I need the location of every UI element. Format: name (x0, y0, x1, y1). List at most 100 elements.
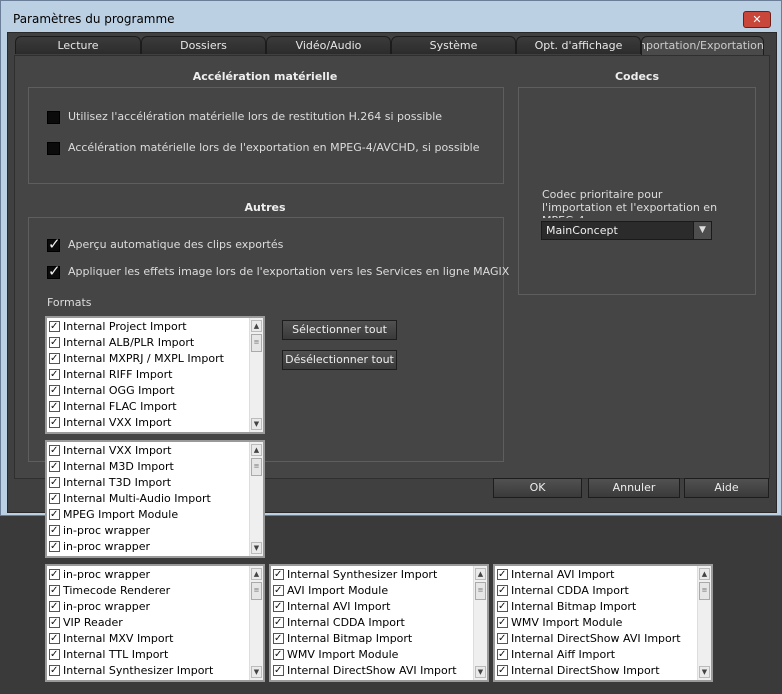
list-item[interactable]: Internal Bitmap Import (271, 631, 487, 647)
format-checkbox[interactable] (273, 631, 284, 647)
list-item[interactable]: Internal AVI Import (271, 599, 487, 615)
format-checkbox[interactable] (49, 415, 60, 431)
hw-accel-h264-checkbox[interactable] (47, 110, 60, 124)
scroll-down-icon[interactable]: ▼ (251, 418, 262, 430)
title-bar[interactable]: Paramètres du programme ✕ (1, 1, 781, 31)
list-item[interactable]: in-proc wrapper (47, 523, 263, 539)
list-item[interactable]: VIP Reader (47, 615, 263, 631)
apply-effects-option[interactable]: Appliquer les effets image lors de l'exp… (47, 262, 509, 280)
list-item[interactable]: Internal MXV Import (47, 631, 263, 647)
list-item[interactable]: MPEG Import Module (47, 507, 263, 523)
scroll-thumb[interactable]: ≡ (251, 334, 262, 352)
format-checkbox[interactable] (49, 507, 60, 523)
tab-dossiers[interactable]: Dossiers (141, 36, 266, 54)
format-checkbox[interactable] (497, 631, 508, 647)
apply-effects-checkbox[interactable] (47, 262, 61, 280)
format-checkbox[interactable] (49, 335, 60, 351)
list-item[interactable]: Internal TTL Import (47, 647, 263, 663)
format-checkbox[interactable] (49, 319, 60, 335)
list-item[interactable]: Internal Project Import (47, 319, 263, 335)
scroll-up-icon[interactable]: ▲ (699, 568, 710, 580)
codec-select[interactable]: MainConcept ▼ (541, 221, 712, 240)
list-item[interactable]: Internal VXX Import (47, 443, 263, 459)
chevron-down-icon[interactable]: ▼ (693, 222, 711, 239)
list-item[interactable]: Internal M3D Import (47, 459, 263, 475)
list-item[interactable]: in-proc wrapper (47, 539, 263, 555)
scroll-down-icon[interactable]: ▼ (251, 666, 262, 678)
list-item[interactable]: Internal MXPRJ / MXPL Import (47, 351, 263, 367)
format-checkbox[interactable] (497, 599, 508, 615)
list-item[interactable]: Internal RIFF Import (47, 367, 263, 383)
scroll-down-icon[interactable]: ▼ (251, 542, 262, 554)
list-item[interactable]: Internal DirectShow AVI Import (495, 631, 711, 647)
tab-opt-affichage[interactable]: Opt. d'affichage (516, 36, 641, 54)
format-checkbox[interactable] (49, 567, 60, 583)
formats-list-2[interactable]: Internal VXX ImportInternal M3D ImportIn… (45, 440, 265, 558)
scroll-up-icon[interactable]: ▲ (251, 320, 262, 332)
format-checkbox[interactable] (273, 663, 284, 679)
list-item[interactable]: Internal OGG Import (47, 383, 263, 399)
scroll-down-icon[interactable]: ▼ (699, 666, 710, 678)
format-checkbox[interactable] (497, 615, 508, 631)
hw-accel-mpeg4-option[interactable]: Accélération matérielle lors de l'export… (47, 141, 480, 155)
format-checkbox[interactable] (497, 567, 508, 583)
format-checkbox[interactable] (273, 599, 284, 615)
formats-list-4[interactable]: Internal Synthesizer ImportAVI Import Mo… (269, 564, 489, 682)
list-item[interactable]: Internal T3D Import (47, 475, 263, 491)
format-checkbox[interactable] (49, 459, 60, 475)
format-checkbox[interactable] (49, 383, 60, 399)
list-scrollbar[interactable]: ▲ ≡ ▼ (697, 566, 711, 680)
list-item[interactable]: Internal VXX Import (47, 415, 263, 431)
list-item[interactable]: Internal ALB/PLR Import (47, 335, 263, 351)
format-checkbox[interactable] (497, 647, 508, 663)
tab-import-export[interactable]: Importation/Exportation (641, 36, 764, 55)
format-checkbox[interactable] (273, 615, 284, 631)
list-item[interactable]: in-proc wrapper (47, 599, 263, 615)
format-checkbox[interactable] (49, 491, 60, 507)
format-checkbox[interactable] (273, 647, 284, 663)
format-checkbox[interactable] (49, 599, 60, 615)
list-item[interactable]: Internal Bitmap Import (495, 599, 711, 615)
list-item[interactable]: Internal DirectShow AVI Import (271, 663, 487, 679)
list-scrollbar[interactable]: ▲ ≡ ▼ (249, 566, 263, 680)
list-item[interactable]: Timecode Renderer (47, 583, 263, 599)
list-item[interactable]: Internal Synthesizer Import (47, 663, 263, 679)
scroll-thumb[interactable]: ≡ (699, 582, 710, 600)
auto-preview-option[interactable]: Aperçu automatique des clips exportés (47, 235, 283, 253)
list-item[interactable]: WMV Import Module (495, 615, 711, 631)
format-checkbox[interactable] (49, 399, 60, 415)
scroll-up-icon[interactable]: ▲ (475, 568, 486, 580)
select-all-button[interactable]: Sélectionner tout (282, 320, 397, 340)
scroll-down-icon[interactable]: ▼ (475, 666, 486, 678)
auto-preview-checkbox[interactable] (47, 235, 61, 253)
list-scrollbar[interactable]: ▲ ≡ ▼ (249, 442, 263, 556)
list-item[interactable]: Internal Aiff Import (495, 647, 711, 663)
list-item[interactable]: in-proc wrapper (47, 567, 263, 583)
format-checkbox[interactable] (49, 475, 60, 491)
help-button[interactable]: Aide (684, 478, 769, 498)
format-checkbox[interactable] (49, 523, 60, 539)
list-item[interactable]: Internal CDDA Import (495, 583, 711, 599)
format-checkbox[interactable] (49, 351, 60, 367)
cancel-button[interactable]: Annuler (588, 478, 680, 498)
format-checkbox[interactable] (273, 583, 284, 599)
format-checkbox[interactable] (49, 663, 60, 679)
list-scrollbar[interactable]: ▲ ≡ ▼ (473, 566, 487, 680)
list-item[interactable]: Internal Multi-Audio Import (47, 491, 263, 507)
list-item[interactable]: WMV Import Module (271, 647, 487, 663)
scroll-up-icon[interactable]: ▲ (251, 568, 262, 580)
format-checkbox[interactable] (49, 367, 60, 383)
tab-systeme[interactable]: Système (391, 36, 516, 54)
scroll-thumb[interactable]: ≡ (475, 582, 486, 600)
deselect-all-button[interactable]: Désélectionner tout (282, 350, 397, 370)
format-checkbox[interactable] (49, 631, 60, 647)
list-item[interactable]: AVI Import Module (271, 583, 487, 599)
format-checkbox[interactable] (497, 663, 508, 679)
format-checkbox[interactable] (49, 647, 60, 663)
list-item[interactable]: Internal Synthesizer Import (271, 567, 487, 583)
list-scrollbar[interactable]: ▲ ≡ ▼ (249, 318, 263, 432)
format-checkbox[interactable] (497, 583, 508, 599)
close-button[interactable]: ✕ (743, 11, 771, 28)
list-item[interactable]: Internal DirectShow Import (495, 663, 711, 679)
list-item[interactable]: Internal AVI Import (495, 567, 711, 583)
